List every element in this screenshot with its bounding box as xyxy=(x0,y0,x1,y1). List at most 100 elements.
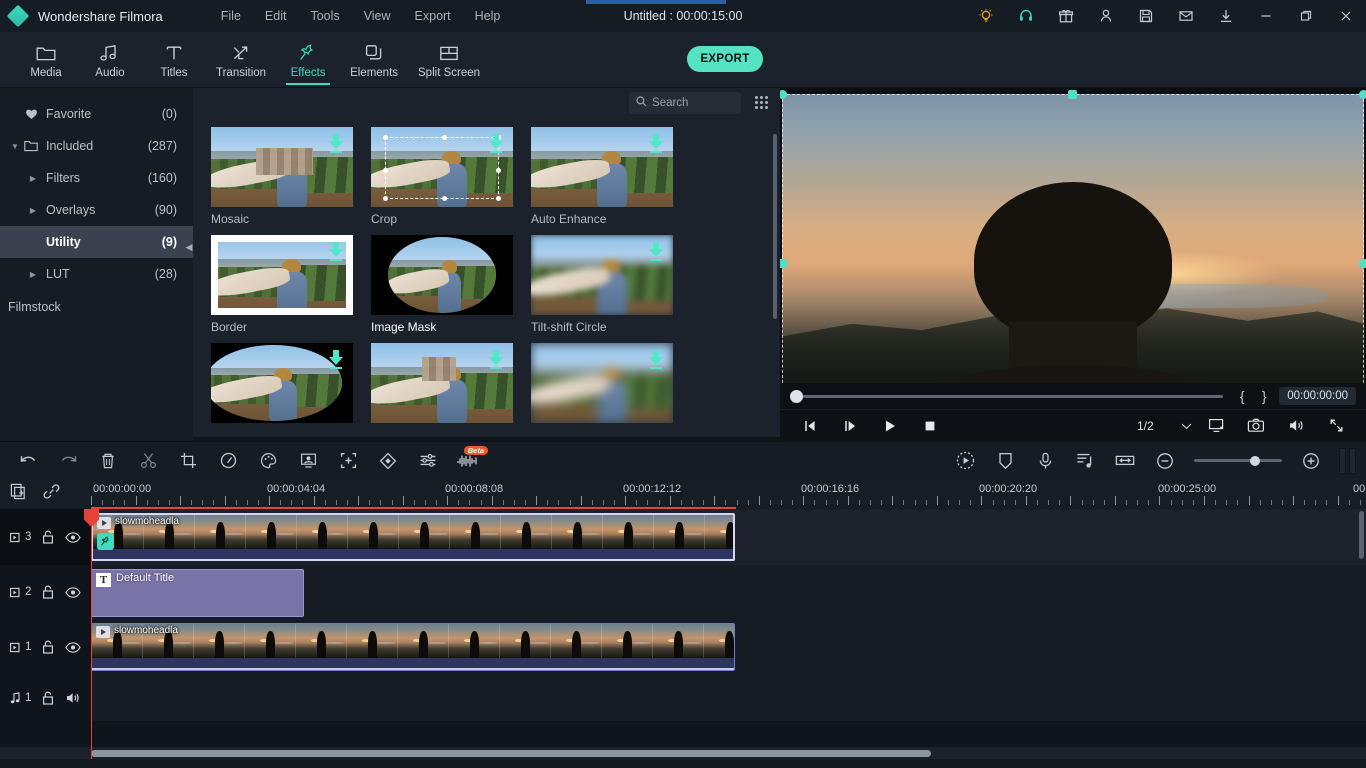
green-screen-icon[interactable] xyxy=(288,442,328,480)
nav-tab-elements[interactable]: Elements xyxy=(340,32,408,88)
nav-tab-transition[interactable]: Transition xyxy=(206,32,276,88)
eye-icon[interactable] xyxy=(65,587,81,598)
sidebar-item-favorite[interactable]: Favorite (0) xyxy=(0,98,193,130)
effect-card-row3-3[interactable] xyxy=(531,343,673,423)
crop-icon[interactable] xyxy=(168,442,208,480)
sidebar-item-lut[interactable]: ▶ LUT (28) xyxy=(0,258,193,290)
stop-icon[interactable] xyxy=(910,410,950,442)
effect-card-image-mask[interactable]: Image Mask xyxy=(371,235,513,334)
audio-detach-icon[interactable] xyxy=(1065,442,1105,480)
audio-beat-icon[interactable]: Beta xyxy=(448,442,488,480)
unlock-icon[interactable] xyxy=(42,530,54,544)
sidebar-item-overlays[interactable]: ▶ Overlays (90) xyxy=(0,194,193,226)
download-icon[interactable] xyxy=(489,350,503,370)
nav-tab-titles[interactable]: Titles xyxy=(142,32,206,88)
playback-quality-select[interactable]: 1/2 xyxy=(1133,419,1196,433)
timeline-clip-video-1[interactable]: slowmoheadla xyxy=(91,623,735,671)
timeline-horizontal-scrollbar[interactable] xyxy=(91,750,931,757)
menu-file[interactable]: File xyxy=(209,4,253,28)
mail-icon[interactable] xyxy=(1166,0,1206,32)
track-body-video-2[interactable]: T Default Title xyxy=(91,565,1366,619)
display-mode-icon[interactable] xyxy=(1196,410,1236,442)
download-icon[interactable] xyxy=(329,134,343,154)
timeline-render-bars[interactable] xyxy=(1339,448,1356,474)
headset-icon[interactable] xyxy=(1006,0,1046,32)
effect-card-auto-enhance[interactable]: Auto Enhance xyxy=(531,127,673,226)
preview-scrubber[interactable] xyxy=(790,395,1223,398)
effect-card-mosaic[interactable]: Mosaic xyxy=(211,127,353,226)
scrubber-handle[interactable] xyxy=(790,390,803,403)
timeline-ruler[interactable]: 00:00:00:0000:00:04:0400:00:08:0800:00:1… xyxy=(91,479,1366,509)
download-icon[interactable] xyxy=(329,242,343,262)
menu-export[interactable]: Export xyxy=(403,4,463,28)
export-button[interactable]: EXPORT xyxy=(687,46,763,72)
prev-frame-icon[interactable] xyxy=(790,410,830,442)
timeline-playhead[interactable] xyxy=(91,509,92,759)
download-icon[interactable] xyxy=(649,350,663,370)
timeline-clip-video-3[interactable]: slowmoheadla xyxy=(91,513,735,561)
next-frame-icon[interactable] xyxy=(830,410,870,442)
voiceover-icon[interactable] xyxy=(1025,442,1065,480)
menu-help[interactable]: Help xyxy=(463,4,513,28)
split-scissors-icon[interactable] xyxy=(128,442,168,480)
motion-track-icon[interactable] xyxy=(328,442,368,480)
effects-scrollbar[interactable] xyxy=(773,134,777,319)
play-icon[interactable] xyxy=(870,410,910,442)
nav-tab-audio[interactable]: Audio xyxy=(78,32,142,88)
close-icon[interactable] xyxy=(1326,0,1366,32)
fullscreen-icon[interactable] xyxy=(1316,410,1356,442)
speaker-icon[interactable] xyxy=(65,691,81,705)
fit-timeline-icon[interactable] xyxy=(1105,442,1145,480)
eye-icon[interactable] xyxy=(65,642,81,653)
zoom-in-icon[interactable] xyxy=(1291,442,1331,480)
download-icon[interactable] xyxy=(649,242,663,262)
menu-view[interactable]: View xyxy=(352,4,403,28)
color-palette-icon[interactable] xyxy=(248,442,288,480)
clip-effect-badge-icon[interactable] xyxy=(97,533,114,550)
volume-icon[interactable] xyxy=(1276,410,1316,442)
effect-card-row3-2[interactable] xyxy=(371,343,513,423)
restore-icon[interactable] xyxy=(1286,0,1326,32)
grid-dots-icon[interactable] xyxy=(755,96,768,109)
preview-timecode[interactable]: 00:00:00:00 xyxy=(1279,387,1356,405)
add-media-icon[interactable] xyxy=(10,483,27,505)
effect-card-crop[interactable]: Crop xyxy=(371,127,513,226)
speed-icon[interactable] xyxy=(208,442,248,480)
menu-tools[interactable]: Tools xyxy=(298,4,351,28)
video-preview[interactable] xyxy=(780,88,1366,383)
menu-edit[interactable]: Edit xyxy=(253,4,299,28)
sidebar-item-included[interactable]: ▼ Included (287) xyxy=(0,130,193,162)
mark-in-icon[interactable]: { xyxy=(1235,388,1249,404)
nav-tab-media[interactable]: Media xyxy=(14,32,78,88)
track-body-video-1[interactable]: slowmoheadla xyxy=(91,619,1366,675)
timeline-zoom-slider[interactable] xyxy=(1194,459,1282,462)
snapshot-icon[interactable] xyxy=(1236,410,1276,442)
sidebar-item-filmstock[interactable]: Filmstock xyxy=(0,290,193,314)
keyframe-icon[interactable] xyxy=(368,442,408,480)
lightbulb-icon[interactable] xyxy=(966,0,1006,32)
effect-card-row3-1[interactable] xyxy=(211,343,353,423)
nav-tab-effects[interactable]: Effects xyxy=(276,32,340,88)
redo-icon[interactable] xyxy=(48,442,88,480)
track-body-video-3[interactable]: slowmoheadla xyxy=(91,509,1366,565)
eye-icon[interactable] xyxy=(65,532,81,543)
unlock-icon[interactable] xyxy=(42,691,54,705)
record-icon[interactable] xyxy=(945,442,985,480)
download-icon[interactable] xyxy=(1206,0,1246,32)
account-icon[interactable] xyxy=(1086,0,1126,32)
mark-out-icon[interactable]: } xyxy=(1257,388,1271,404)
download-icon[interactable] xyxy=(489,134,503,154)
download-icon[interactable] xyxy=(649,134,663,154)
minimize-icon[interactable] xyxy=(1246,0,1286,32)
undo-icon[interactable] xyxy=(8,442,48,480)
unlock-icon[interactable] xyxy=(42,640,54,654)
nav-tab-split-screen[interactable]: Split Screen xyxy=(408,32,490,88)
preview-selection-box[interactable] xyxy=(782,94,1364,383)
download-icon[interactable] xyxy=(329,350,343,370)
search-input[interactable]: Search xyxy=(629,92,741,114)
marker-icon[interactable] xyxy=(985,442,1025,480)
timeline-vertical-scrollbar[interactable] xyxy=(1359,511,1364,559)
effect-card-tilt-shift-circle[interactable]: Tilt-shift Circle xyxy=(531,235,673,334)
save-icon[interactable] xyxy=(1126,0,1166,32)
link-icon[interactable] xyxy=(43,483,60,505)
